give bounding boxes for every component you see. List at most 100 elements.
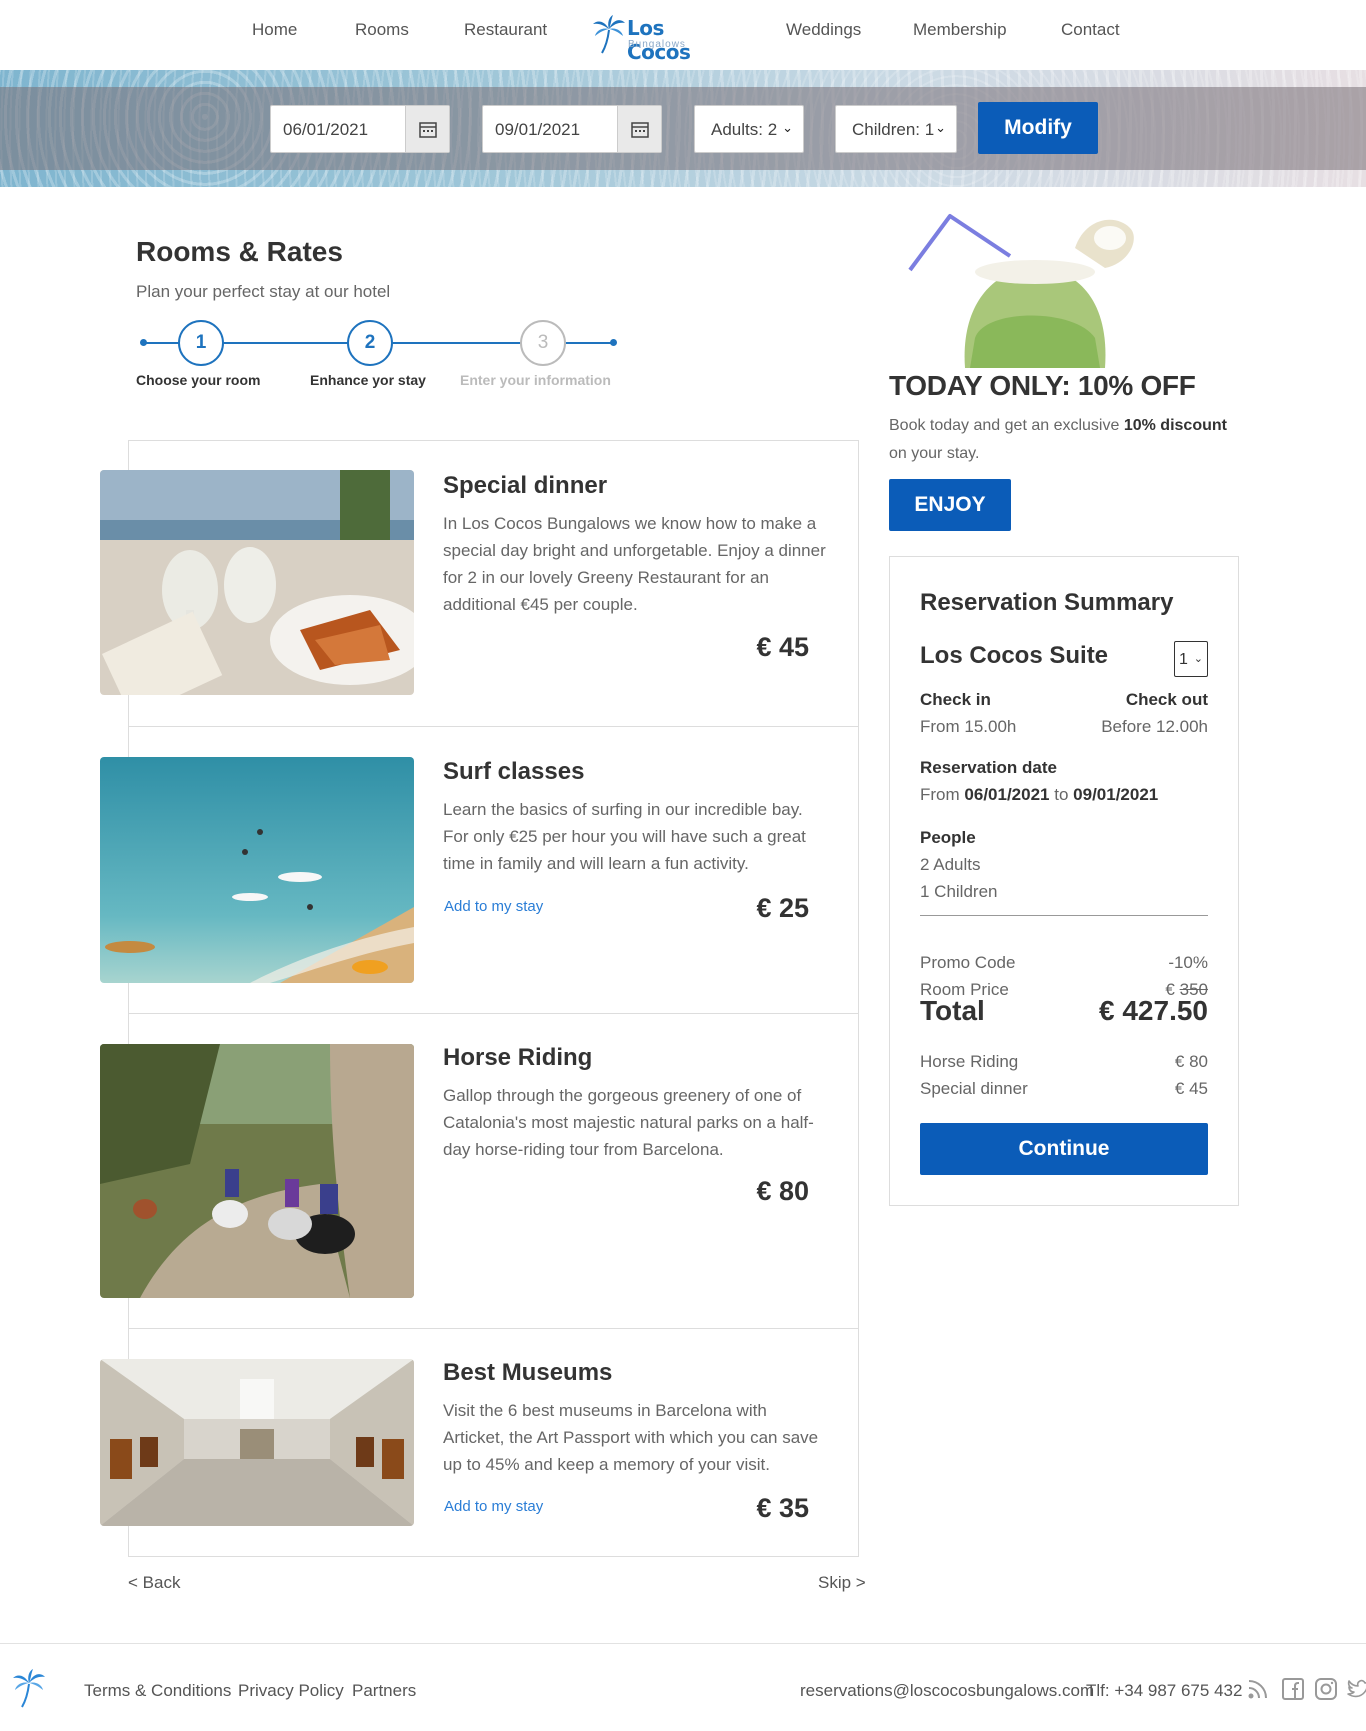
- booking-search-bar: 06/01/2021 09/01/2021 Adults: 2 ⌄ Childr…: [0, 70, 1366, 187]
- extra-price: € 80: [756, 1176, 809, 1206]
- summary-divider: [920, 915, 1208, 916]
- adults-select-value: Adults: 2: [711, 120, 778, 139]
- footer: Terms & Conditions Privacy Policy Partne…: [0, 1643, 1366, 1731]
- checkin-calendar-button[interactable]: [405, 106, 449, 152]
- checkin-date-value: 06/01/2021: [283, 120, 369, 139]
- reservation-summary: Reservation Summary Los Cocos Suite 1 ⌄ …: [889, 556, 1239, 1206]
- checkout-value: Before 12.00h: [1101, 717, 1208, 736]
- checkin-label: Check in: [920, 690, 991, 709]
- chevron-down-icon: ⌄: [1193, 653, 1203, 665]
- footer-link-partners[interactable]: Partners: [352, 1681, 416, 1701]
- skip-link[interactable]: Skip >: [818, 1573, 866, 1593]
- date-to: 09/01/2021: [1073, 785, 1159, 804]
- children-select[interactable]: Children: 1 ⌄: [835, 105, 957, 153]
- checkout-date-value: 09/01/2021: [495, 120, 581, 139]
- extra-description: Gallop through the gorgeous greenery of …: [443, 1086, 814, 1159]
- facebook-icon[interactable]: [1280, 1676, 1306, 1702]
- reservation-date-label: Reservation date: [920, 758, 1057, 777]
- nav-contact[interactable]: Contact: [1061, 20, 1120, 40]
- extra-title: Surf classes: [443, 758, 585, 785]
- adults-count: 2 Adults: [920, 855, 981, 874]
- people-label: People: [920, 828, 976, 847]
- extra-description: Learn the basics of surfing in our incre…: [443, 800, 806, 873]
- add-to-stay-link[interactable]: Add to my stay: [444, 1498, 543, 1515]
- children-count: 1 Children: [920, 882, 998, 901]
- checkin-date-field[interactable]: 06/01/2021: [270, 105, 450, 153]
- continue-button[interactable]: Continue: [920, 1123, 1208, 1175]
- promo-code-row: Promo Code -10%: [920, 953, 1208, 973]
- page-title: Rooms & Rates: [136, 236, 343, 267]
- reservation-date-value: From 06/01/2021 to 09/01/2021: [920, 785, 1158, 805]
- promo-code-value: -10%: [1168, 953, 1208, 972]
- coconut-drink-image: [905, 208, 1195, 368]
- footer-link-privacy[interactable]: Privacy Policy: [238, 1681, 344, 1701]
- footer-link-terms[interactable]: Terms & Conditions: [84, 1681, 231, 1701]
- summary-room-name: Los Cocos Suite: [920, 642, 1109, 669]
- surf-classes-image: [100, 757, 414, 983]
- progress-stepper: 1 2 3 Choose your room Enhance yor stay …: [136, 320, 617, 390]
- date-from-word: From: [920, 785, 960, 804]
- extra-line-label: Special dinner: [920, 1079, 1028, 1098]
- calendar-icon: [630, 122, 649, 138]
- special-dinner-image: [100, 470, 414, 695]
- best-museums-image: [100, 1359, 414, 1526]
- nav-rooms[interactable]: Rooms: [355, 20, 409, 40]
- extra-line-value: € 80: [1174, 1052, 1208, 1071]
- extra-description: Visit the 6 best museums in Barcelona wi…: [443, 1401, 819, 1474]
- step-3-label: Enter your information: [460, 372, 611, 388]
- children-select-value: Children: 1: [852, 120, 935, 139]
- nav-weddings[interactable]: Weddings: [786, 20, 861, 40]
- nav-home[interactable]: Home: [252, 20, 297, 40]
- date-to-word: to: [1054, 785, 1069, 804]
- extra-price: € 45: [756, 632, 809, 662]
- instagram-icon[interactable]: [1313, 1676, 1339, 1702]
- rss-icon[interactable]: [1245, 1676, 1271, 1702]
- promo-text-bold: 10% discount: [1123, 417, 1227, 434]
- calendar-icon: [418, 122, 437, 138]
- back-link[interactable]: < Back: [128, 1573, 180, 1593]
- room-quantity-select[interactable]: 1 ⌄: [1174, 641, 1208, 677]
- horse-riding-image: [100, 1044, 414, 1298]
- checkout-label: Check out: [1125, 690, 1208, 709]
- add-to-stay-link[interactable]: Add to my stay: [444, 898, 543, 915]
- palm-tree-icon[interactable]: [12, 1668, 46, 1708]
- extra-line-item: Horse Riding € 80: [920, 1052, 1208, 1072]
- promo-text-start: Book today and get an exclusive: [889, 417, 1124, 434]
- step-1-label: Choose your room: [136, 372, 261, 388]
- adults-select[interactable]: Adults: 2 ⌄: [694, 105, 804, 153]
- stepper-end-dot: [610, 339, 617, 346]
- search-bar-overlay: [0, 87, 1366, 170]
- step-2-circle[interactable]: 2: [347, 320, 393, 366]
- checkout-date-field[interactable]: 09/01/2021: [482, 105, 662, 153]
- promo-title: TODAY ONLY: 10% OFF: [889, 370, 1196, 401]
- step-1-circle[interactable]: 1: [178, 320, 224, 366]
- summary-title: Reservation Summary: [920, 589, 1174, 616]
- footer-email[interactable]: reservations@loscocosbungalows.com: [800, 1681, 1094, 1701]
- total-label: Total: [920, 995, 985, 1026]
- logo[interactable]: Los Cocos Bungalows: [592, 14, 722, 64]
- enjoy-button[interactable]: ENJOY: [889, 479, 1011, 531]
- step-3-circle: 3: [520, 320, 566, 366]
- footer-phone: Tlf: +34 987 675 432: [1086, 1681, 1243, 1700]
- extra-title: Special dinner: [443, 472, 608, 499]
- promo-text-end: on your stay.: [889, 445, 980, 462]
- extra-price: € 35: [756, 1493, 809, 1523]
- promo-code-label: Promo Code: [920, 953, 1016, 972]
- extra-line-item: Special dinner € 45: [920, 1079, 1208, 1099]
- palm-tree-icon: [593, 15, 625, 54]
- nav-membership[interactable]: Membership: [913, 20, 1007, 40]
- page-subtitle: Plan your perfect stay at our hotel: [136, 282, 391, 301]
- modify-button[interactable]: Modify: [978, 102, 1098, 154]
- room-quantity-value: 1: [1179, 651, 1188, 668]
- checkout-calendar-button[interactable]: [617, 106, 661, 152]
- extra-line-label: Horse Riding: [920, 1052, 1019, 1071]
- extra-description: In Los Cocos Bungalows we know how to ma…: [443, 514, 826, 614]
- chevron-down-icon: ⌄: [935, 120, 946, 135]
- date-from: 06/01/2021: [964, 785, 1050, 804]
- extra-line-value: € 45: [1174, 1079, 1208, 1098]
- checkin-value: From 15.00h: [920, 717, 1017, 736]
- twitter-icon[interactable]: [1346, 1676, 1366, 1702]
- top-navigation: Home Rooms Restaurant Los Cocos Bungalow…: [0, 0, 1366, 70]
- nav-restaurant[interactable]: Restaurant: [464, 20, 547, 40]
- extra-price: € 25: [756, 893, 809, 923]
